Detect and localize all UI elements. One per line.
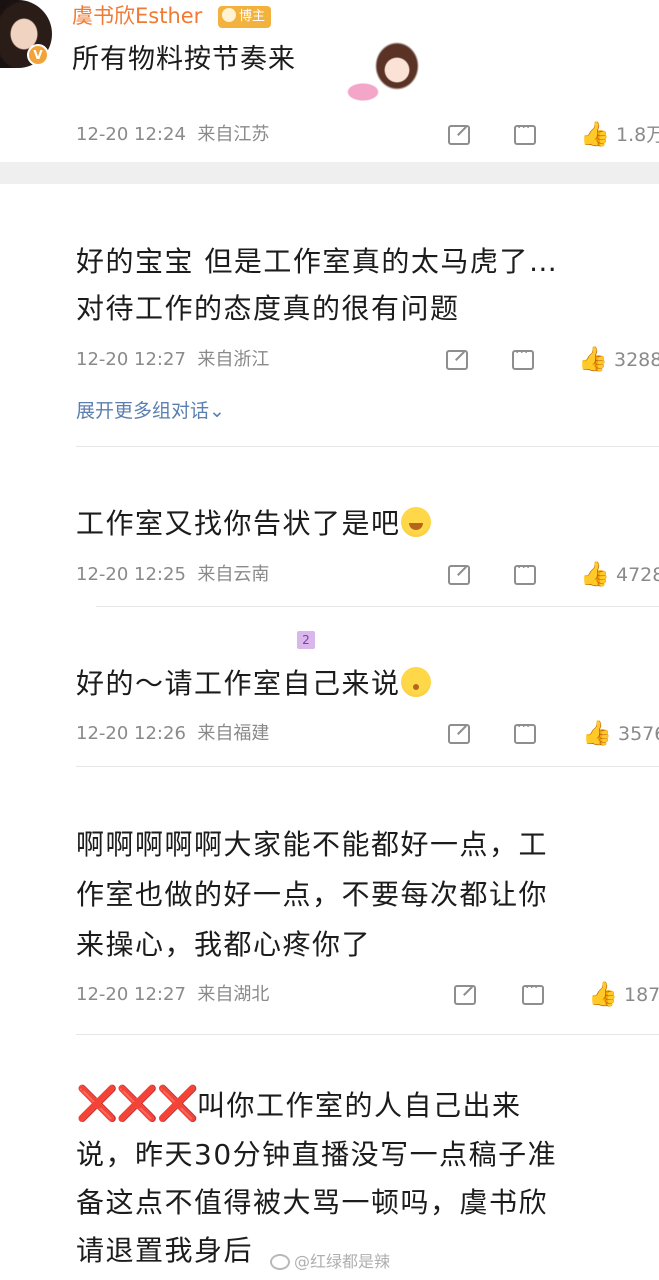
badge-icon bbox=[222, 8, 236, 22]
comment-location: 来自福建 bbox=[197, 723, 270, 744]
comment-text: 说，昨天30分钟直播没写一点稿子准 bbox=[76, 1138, 558, 1171]
share-icon[interactable] bbox=[448, 724, 470, 744]
comment-location: 来自浙江 bbox=[197, 349, 270, 370]
comment-icon[interactable] bbox=[514, 719, 536, 744]
comment-line: 好的～请工作室自己来说 bbox=[76, 667, 401, 700]
comment-text: 来操心，我都心疼你了 bbox=[76, 928, 372, 961]
comment-icon[interactable] bbox=[514, 120, 536, 145]
comment-line: 叫你工作室的人自己出来 bbox=[197, 1089, 522, 1122]
post-username[interactable]: 虞书欣Esther bbox=[72, 2, 202, 30]
sticker-image bbox=[345, 30, 425, 102]
comment-text: 好的～请工作室自己来说 bbox=[76, 662, 431, 705]
watermark-text: @红绿都是辣 bbox=[294, 1252, 391, 1271]
comment-like-count: 4728 bbox=[616, 564, 659, 586]
like-icon[interactable]: 👍 bbox=[588, 982, 618, 1006]
comment-divider bbox=[76, 766, 659, 767]
comment-text: 好的宝宝 但是工作室真的太马虎了… bbox=[76, 245, 559, 278]
kiss-emoji bbox=[400, 667, 431, 697]
comment-like-count: 3288 bbox=[614, 349, 659, 371]
comment-time: 12-20 12:27 bbox=[76, 984, 186, 1005]
post-text: 所有物料按节奏来 bbox=[72, 44, 296, 75]
like-icon[interactable]: 👍 bbox=[582, 721, 612, 745]
like-icon[interactable]: 👍 bbox=[580, 122, 610, 146]
comment-location: 来自云南 bbox=[197, 564, 270, 585]
expand-conversation-link[interactable]: 展开更多组对话⌄ bbox=[76, 398, 225, 424]
weibo-logo-icon bbox=[270, 1254, 290, 1270]
post-like-count: 1.8万 bbox=[616, 124, 659, 146]
comment-icon[interactable] bbox=[512, 345, 534, 370]
comment-divider bbox=[96, 606, 659, 607]
comment-meta: 12-20 12:27 来自浙江 bbox=[76, 348, 269, 372]
comment-text: ❌❌❌叫你工作室的人自己出来 bbox=[76, 1083, 522, 1127]
comment-time: 12-20 12:27 bbox=[76, 349, 186, 370]
post-location: 来自江苏 bbox=[197, 124, 270, 145]
comment-divider bbox=[76, 446, 659, 447]
comment-text: 作室也做的好一点，不要每次都让你 bbox=[76, 878, 549, 911]
post-time: 12-20 12:24 bbox=[76, 124, 186, 145]
laugh-cry-emoji bbox=[400, 507, 431, 537]
comment-meta: 12-20 12:26 来自福建 bbox=[76, 722, 269, 746]
comment-meta: 12-20 12:25 来自云南 bbox=[76, 563, 269, 587]
share-icon[interactable] bbox=[448, 125, 470, 145]
share-icon[interactable] bbox=[448, 565, 470, 585]
comment-time: 12-20 12:25 bbox=[76, 564, 186, 585]
comment-meta: 12-20 12:27 来自湖北 bbox=[76, 983, 269, 1007]
comment-text: 备这点不值得被大骂一顿吗，虞书欣 bbox=[76, 1186, 549, 1219]
post-meta: 12-20 12:24 来自江苏 bbox=[76, 123, 269, 147]
share-icon[interactable] bbox=[454, 985, 476, 1005]
share-icon[interactable] bbox=[446, 350, 468, 370]
comment-like-count: 3576 bbox=[618, 723, 659, 745]
comment-line: 工作室又找你告状了是吧 bbox=[76, 507, 401, 540]
like-icon[interactable]: 👍 bbox=[580, 562, 610, 586]
badge-label: 博主 bbox=[239, 9, 266, 24]
comment-text: 请退置我身后 bbox=[76, 1234, 254, 1267]
watermark: @红绿都是辣 bbox=[270, 1252, 390, 1272]
comment-text: 工作室又找你告状了是吧 bbox=[76, 502, 431, 545]
blogger-badge: 博主 bbox=[218, 6, 272, 28]
comment-time: 12-20 12:26 bbox=[76, 723, 186, 744]
comment-icon[interactable] bbox=[522, 980, 544, 1005]
like-icon[interactable]: 👍 bbox=[578, 347, 608, 371]
reply-tag: 2 bbox=[297, 631, 315, 649]
comment-divider bbox=[76, 1034, 659, 1035]
section-divider bbox=[0, 162, 659, 184]
comment-icon[interactable] bbox=[514, 560, 536, 585]
comment-text: 啊啊啊啊啊大家能不能都好一点，工 bbox=[76, 828, 549, 861]
verified-badge-icon: V bbox=[27, 44, 49, 66]
comment-location: 来自湖北 bbox=[197, 984, 270, 1005]
comment-text: 对待工作的态度真的很有问题 bbox=[76, 292, 460, 325]
x-mark-icons: ❌❌❌ bbox=[76, 1084, 199, 1124]
comment-like-count: 187 bbox=[624, 984, 659, 1006]
